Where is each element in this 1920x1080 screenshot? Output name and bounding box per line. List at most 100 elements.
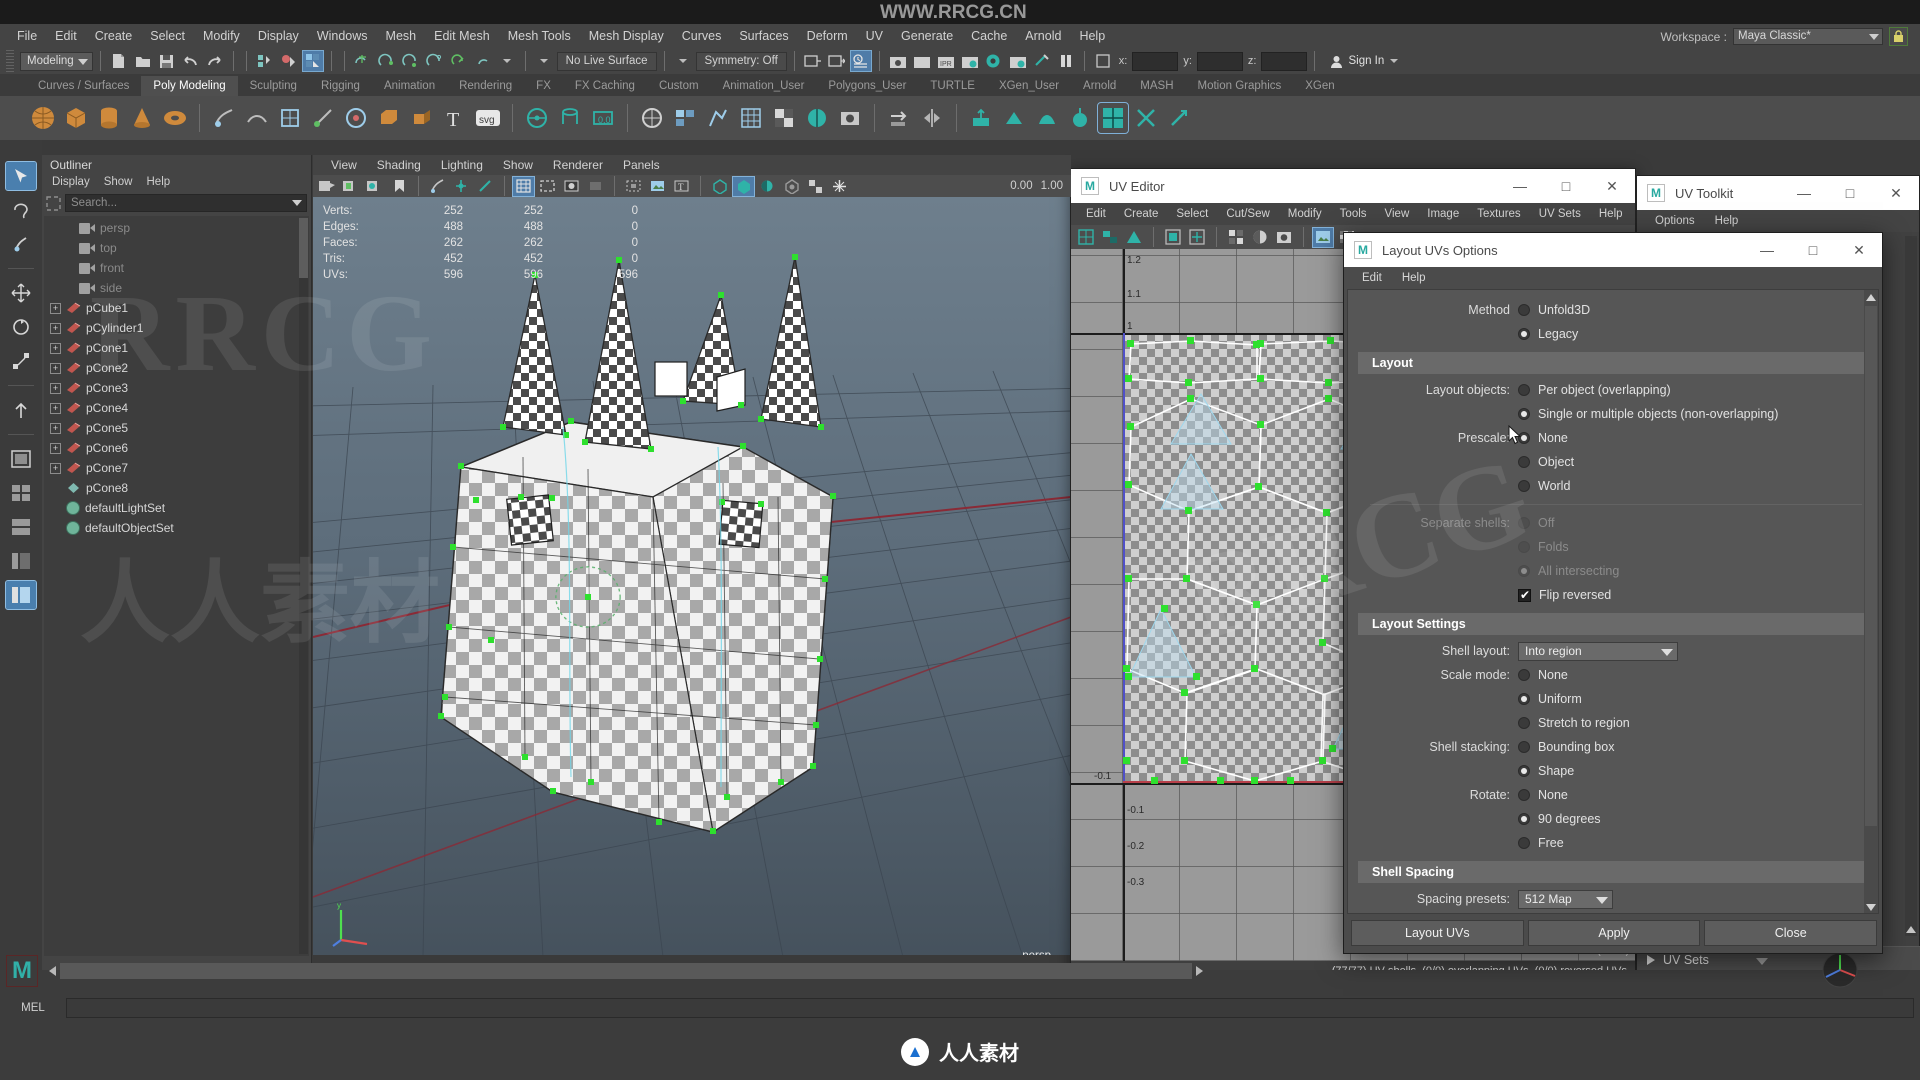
uv-filter-icon[interactable] bbox=[1187, 228, 1207, 247]
uv-planar-map-icon[interactable]: 0,0 bbox=[588, 103, 618, 133]
shelf-tab[interactable]: Curves / Surfaces bbox=[26, 76, 141, 96]
select-by-hierarchy-icon[interactable] bbox=[254, 50, 276, 72]
dialog-menu-help[interactable]: Help bbox=[1392, 267, 1436, 289]
multi-cut-icon[interactable] bbox=[308, 103, 338, 133]
close-button[interactable]: ✕ bbox=[1873, 176, 1919, 210]
outliner-item-pCone4[interactable]: + pCone4 bbox=[44, 398, 309, 418]
layout-outliner-persp-icon[interactable] bbox=[5, 580, 37, 610]
outliner-item-persp[interactable]: persp bbox=[44, 218, 309, 238]
svg-icon[interactable]: svg bbox=[473, 103, 503, 133]
lighting-all-icon[interactable] bbox=[732, 175, 755, 197]
uv-cut-icon[interactable] bbox=[1131, 103, 1161, 133]
outliner-item-side[interactable]: side bbox=[44, 278, 309, 298]
dialog-titlebar[interactable]: M Layout UVs Options — □ ✕ bbox=[1344, 233, 1882, 267]
outliner-menu-help[interactable]: Help bbox=[147, 176, 171, 188]
expand-toggle-icon[interactable]: + bbox=[50, 462, 61, 474]
menu-item[interactable]: Surfaces bbox=[730, 24, 797, 48]
uv-menu-help[interactable]: Help bbox=[1590, 203, 1632, 225]
uv-sew-icon[interactable] bbox=[1164, 103, 1194, 133]
dialog-content[interactable]: Method Unfold3D Legacy Layout Layout obj… bbox=[1347, 289, 1879, 914]
outliner-item-pCone5[interactable]: + pCone5 bbox=[44, 418, 309, 438]
shelf-tab[interactable]: Rigging bbox=[309, 76, 372, 96]
redo-icon[interactable] bbox=[204, 50, 226, 72]
status-line-toolbar[interactable]: Modeling No Live Surface Symmetry: Off I… bbox=[0, 48, 1920, 74]
toolbar-grip[interactable] bbox=[6, 50, 14, 72]
uv-snapshot-icon[interactable] bbox=[835, 103, 865, 133]
uv-menu-textures[interactable]: Textures bbox=[1468, 203, 1529, 225]
window-controls[interactable]: — □ ✕ bbox=[1497, 169, 1635, 203]
percentage-space-slider[interactable] bbox=[1594, 914, 1866, 915]
uv-menu-image[interactable]: Image bbox=[1418, 203, 1468, 225]
close-button[interactable]: ✕ bbox=[1836, 233, 1882, 267]
viewport-menu-renderer[interactable]: Renderer bbox=[543, 155, 613, 175]
chevron-down-icon[interactable] bbox=[292, 200, 302, 206]
method-row-legacy[interactable]: Legacy bbox=[1348, 322, 1878, 346]
window-controls[interactable]: — □ ✕ bbox=[1781, 176, 1919, 210]
method-row-unfold3d[interactable]: Method Unfold3D bbox=[1348, 298, 1878, 322]
select-by-object-icon[interactable] bbox=[278, 50, 300, 72]
scale-tool-icon[interactable] bbox=[6, 347, 36, 375]
layout-objects-row-per-object[interactable]: Layout objects: Per object (overlapping) bbox=[1348, 378, 1878, 402]
uv-grid-toggle-icon[interactable] bbox=[1076, 228, 1096, 247]
menu-item[interactable]: File bbox=[8, 24, 46, 48]
layout-objects-row-single-multiple[interactable]: Single or multiple objects (non-overlapp… bbox=[1348, 402, 1878, 426]
command-language-label[interactable]: MEL bbox=[10, 1002, 56, 1014]
outliner-menu-display[interactable]: Display bbox=[52, 176, 90, 188]
bookmark-icon[interactable] bbox=[389, 177, 410, 196]
outliner-item-top[interactable]: top bbox=[44, 238, 309, 258]
radio-prescale-world[interactable] bbox=[1518, 480, 1530, 492]
extrude-icon[interactable] bbox=[407, 103, 437, 133]
shelf-tab[interactable]: XGen_User bbox=[987, 76, 1071, 96]
shell-stacking-row-bounding-box[interactable]: Shell stacking: Bounding box bbox=[1348, 735, 1878, 759]
menu-item[interactable]: Deform bbox=[798, 24, 857, 48]
menu-item[interactable]: UV bbox=[857, 24, 892, 48]
target-weld-icon[interactable] bbox=[341, 103, 371, 133]
lock-icon[interactable] bbox=[1889, 27, 1908, 46]
bevel-icon[interactable] bbox=[374, 103, 404, 133]
menu-item[interactable]: Arnold bbox=[1016, 24, 1070, 48]
radio-scale-uniform[interactable] bbox=[1518, 693, 1530, 705]
uv-texture-display-icon[interactable] bbox=[1312, 226, 1334, 248]
uv-shell-display-icon[interactable] bbox=[1100, 228, 1120, 247]
uv-cylinder-map-icon[interactable] bbox=[555, 103, 585, 133]
prescale-row-none[interactable]: Prescale: None bbox=[1348, 426, 1878, 450]
ipr-render-icon[interactable]: IPR bbox=[935, 50, 957, 72]
uv-distortion-display-icon[interactable] bbox=[1124, 228, 1144, 247]
snap-to-grid-icon[interactable] bbox=[352, 50, 374, 72]
main-menu-bar[interactable]: File Edit Create Select Modify Display W… bbox=[0, 24, 1920, 48]
snap-to-point-icon[interactable] bbox=[400, 50, 422, 72]
snap-to-view-plane-icon[interactable] bbox=[448, 50, 470, 72]
search-input[interactable]: Search... bbox=[65, 194, 307, 212]
menu-item[interactable]: Mesh Tools bbox=[499, 24, 580, 48]
normals-icon[interactable] bbox=[966, 103, 996, 133]
viewport-toolbar[interactable]: T 0.00 1.00 bbox=[313, 175, 1071, 197]
apply-button[interactable]: Apply bbox=[1527, 920, 1701, 946]
uv-menu-modify[interactable]: Modify bbox=[1279, 203, 1331, 225]
radio-scale-stretch[interactable] bbox=[1518, 717, 1530, 729]
rotate-row-90[interactable]: 90 degrees bbox=[1348, 807, 1878, 831]
uv-shell-icon[interactable] bbox=[802, 103, 832, 133]
toolkit-menu-help[interactable]: Help bbox=[1705, 210, 1749, 232]
uv-menu-create[interactable]: Create bbox=[1115, 203, 1168, 225]
radio-rotate-none[interactable] bbox=[1518, 789, 1530, 801]
uv-menu-select[interactable]: Select bbox=[1167, 203, 1217, 225]
close-button[interactable]: Close bbox=[1704, 920, 1878, 946]
uv-menu-uvsets[interactable]: UV Sets bbox=[1530, 203, 1590, 225]
minimize-button[interactable]: — bbox=[1744, 233, 1790, 267]
shelf-tab[interactable]: Custom bbox=[647, 76, 711, 96]
dialog-button-row[interactable]: Layout UVs Apply Close bbox=[1347, 916, 1881, 950]
polygon-cube-icon[interactable] bbox=[61, 103, 91, 133]
rotate-tool-icon[interactable] bbox=[6, 313, 36, 341]
spacing-presets-dropdown[interactable]: 512 Map bbox=[1518, 889, 1613, 909]
wireframe-icon[interactable] bbox=[512, 175, 535, 197]
coord-x-input[interactable] bbox=[1132, 51, 1179, 71]
outliner-scrollbar[interactable] bbox=[299, 218, 308, 954]
tool-box[interactable] bbox=[0, 140, 42, 970]
outliner-search-row[interactable]: Search... bbox=[46, 193, 307, 213]
uv-menu-cutsew[interactable]: Cut/Sew bbox=[1217, 203, 1278, 225]
viewport-menu-lighting[interactable]: Lighting bbox=[431, 155, 493, 175]
expand-toggle-icon[interactable]: + bbox=[50, 362, 61, 374]
toolkit-scrollbar[interactable] bbox=[1905, 236, 1917, 936]
shell-layout-row[interactable]: Shell layout: Into region bbox=[1348, 639, 1878, 663]
symmetry-field[interactable]: Symmetry: Off bbox=[695, 51, 787, 71]
